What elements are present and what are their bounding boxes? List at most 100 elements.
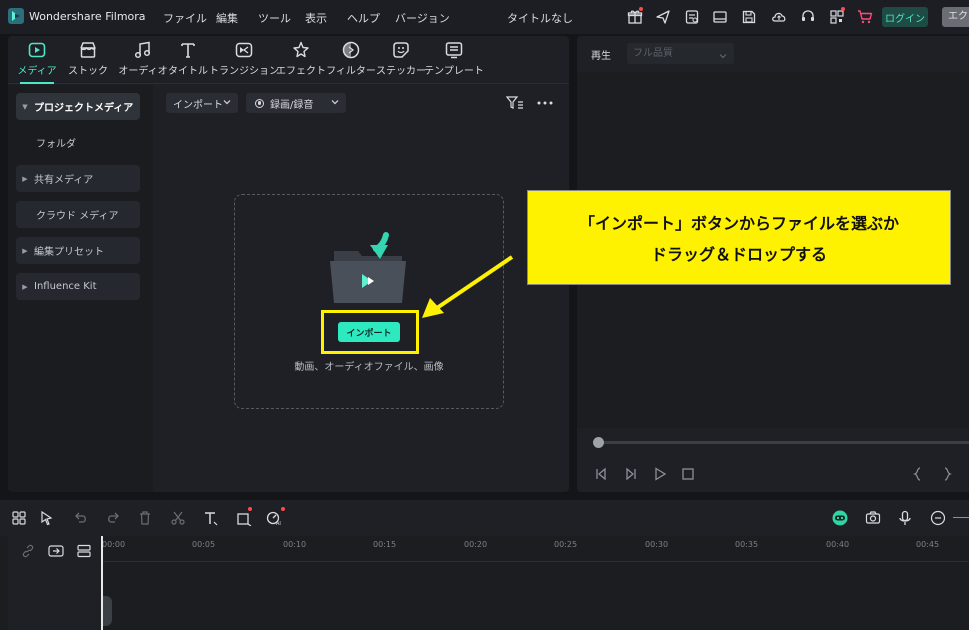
ruler-tick: 00:40 (826, 540, 850, 549)
menu-version[interactable]: バージョン (395, 10, 450, 26)
record-dropdown[interactable]: 録画/録音 (246, 93, 346, 113)
tab-media[interactable]: メディア (17, 40, 57, 80)
add-track-icon[interactable] (48, 544, 64, 558)
sidebar-item-folder[interactable]: フォルダ (16, 129, 140, 156)
next-frame-icon[interactable] (624, 467, 638, 481)
tab-transition[interactable]: トランジション (209, 40, 279, 80)
ruler-tick: 00:10 (283, 540, 307, 549)
template-icon (444, 40, 464, 60)
report-icon[interactable] (684, 9, 700, 25)
sidebar-item-label: クラウド メディア (36, 211, 119, 222)
cart-icon[interactable] (857, 9, 873, 25)
timeline-ruler[interactable]: 00:00 00:05 00:10 00:15 00:20 00:25 00:3… (102, 536, 969, 562)
send-icon[interactable] (655, 9, 671, 25)
redo-icon[interactable] (105, 510, 121, 526)
tab-title[interactable]: タイトル (168, 40, 208, 80)
qr-icon[interactable] (829, 9, 845, 25)
undo-icon[interactable] (73, 510, 89, 526)
cloud-upload-icon[interactable] (771, 9, 787, 25)
timeline-toolbar: AI (0, 500, 969, 536)
transition-icon (234, 40, 254, 60)
support-icon[interactable] (800, 9, 816, 25)
ruler-tick: 00:20 (464, 540, 488, 549)
export-button[interactable]: エクスポート (942, 7, 969, 27)
previous-frame-icon[interactable] (594, 467, 608, 481)
annotation-line-1: 「インポート」ボタンからファイルを選ぶか (578, 214, 899, 233)
sidebar-item-edit-presets[interactable]: ▶ 編集プリセット (16, 237, 140, 264)
layout-grid-icon[interactable] (11, 510, 27, 526)
track-header-area (8, 536, 100, 630)
ai-mate-icon[interactable] (832, 510, 848, 526)
layout-icon[interactable] (712, 9, 728, 25)
ruler-tick: 00:15 (373, 540, 397, 549)
save-icon[interactable] (741, 9, 757, 25)
media-sidebar: ▼ プロジェクトメディア フォルダ ▶ 共有メディア クラウド メディア ▶ 編… (8, 85, 153, 492)
tab-effect[interactable]: エフェクト (276, 40, 326, 80)
tab-filter[interactable]: フィルター (326, 40, 376, 80)
tab-media-label: メディア (17, 66, 57, 77)
cut-icon[interactable] (170, 510, 186, 526)
menu-edit[interactable]: 編集 (216, 10, 238, 26)
caret-right-icon: ▶ (22, 282, 28, 291)
tab-audio-label: オーディオ (118, 66, 168, 77)
text-tool-icon[interactable] (203, 510, 219, 526)
menu-view[interactable]: 表示 (305, 10, 327, 26)
tab-stock[interactable]: ストック (68, 40, 108, 80)
crop-icon[interactable] (236, 510, 252, 527)
tab-filter-label: フィルター (326, 66, 376, 77)
snapshot-icon[interactable] (865, 510, 881, 526)
zoom-slider-track[interactable] (953, 517, 969, 518)
play-icon[interactable] (653, 467, 667, 481)
tab-sticker[interactable]: ステッカー (376, 40, 426, 80)
ruler-tick: 00:05 (192, 540, 216, 549)
caret-right-icon: ▶ (22, 174, 28, 183)
ai-speed-icon[interactable]: AI (266, 510, 282, 527)
audio-icon (133, 40, 153, 60)
filter-sort-icon[interactable] (505, 95, 524, 111)
link-icon[interactable] (20, 544, 36, 558)
player-progress-track[interactable] (599, 441, 969, 444)
menu-file[interactable]: ファイル (163, 10, 207, 26)
menu-help[interactable]: ヘルプ (347, 10, 380, 26)
login-button[interactable]: ログイン (882, 7, 928, 27)
delete-icon[interactable] (137, 510, 153, 526)
chevron-down-icon (222, 97, 232, 107)
sidebar-item-project-media[interactable]: ▼ プロジェクトメディア (16, 93, 140, 120)
sticker-icon (391, 40, 411, 60)
ai-notification-dot (281, 507, 285, 511)
gift-icon[interactable] (627, 9, 643, 25)
drop-zone-hint: 動画、オーディオファイル、画像 (294, 362, 444, 373)
select-cursor-icon[interactable] (39, 510, 55, 526)
sidebar-item-cloud-media[interactable]: クラウド メディア (16, 201, 140, 228)
tool-tabs: メディア ストック オーディオ タイトル トランジション エフェクト フィルター (8, 36, 569, 84)
import-button[interactable]: インポート (338, 322, 400, 342)
import-folder-icon (328, 231, 408, 307)
mark-in-icon[interactable] (911, 467, 925, 481)
media-icon (27, 40, 47, 60)
sidebar-item-influence-kit[interactable]: ▶ Influence Kit (16, 273, 140, 300)
ruler-tick: 00:35 (735, 540, 759, 549)
tab-template[interactable]: テンプレート (424, 40, 484, 80)
ruler-tick: 00:25 (554, 540, 578, 549)
microphone-icon[interactable] (897, 510, 913, 526)
import-dropdown[interactable]: インポート (166, 93, 238, 113)
more-options-icon[interactable] (536, 95, 554, 111)
menu-tools[interactable]: ツール (258, 10, 291, 26)
ruler-tick: 00:30 (645, 540, 669, 549)
mark-out-icon[interactable] (940, 467, 954, 481)
caret-right-icon: ▶ (22, 246, 28, 255)
annotation-arrow-icon (422, 255, 514, 318)
tab-sticker-label: ステッカー (376, 66, 426, 77)
tab-effect-label: エフェクト (276, 66, 326, 77)
stop-icon[interactable] (681, 467, 695, 481)
track-resize-handle[interactable] (103, 596, 112, 626)
tab-audio[interactable]: オーディオ (118, 40, 168, 80)
ruler-tick: 00:45 (916, 540, 940, 549)
quality-dropdown[interactable]: フル品質 (627, 43, 734, 64)
track-manager-icon[interactable] (76, 544, 92, 558)
player-progress-handle[interactable] (593, 437, 604, 448)
sidebar-item-shared-media[interactable]: ▶ 共有メディア (16, 165, 140, 192)
filmora-logo-icon (8, 8, 24, 24)
zoom-out-icon[interactable] (930, 510, 946, 526)
caret-down-icon: ▼ (22, 102, 28, 111)
